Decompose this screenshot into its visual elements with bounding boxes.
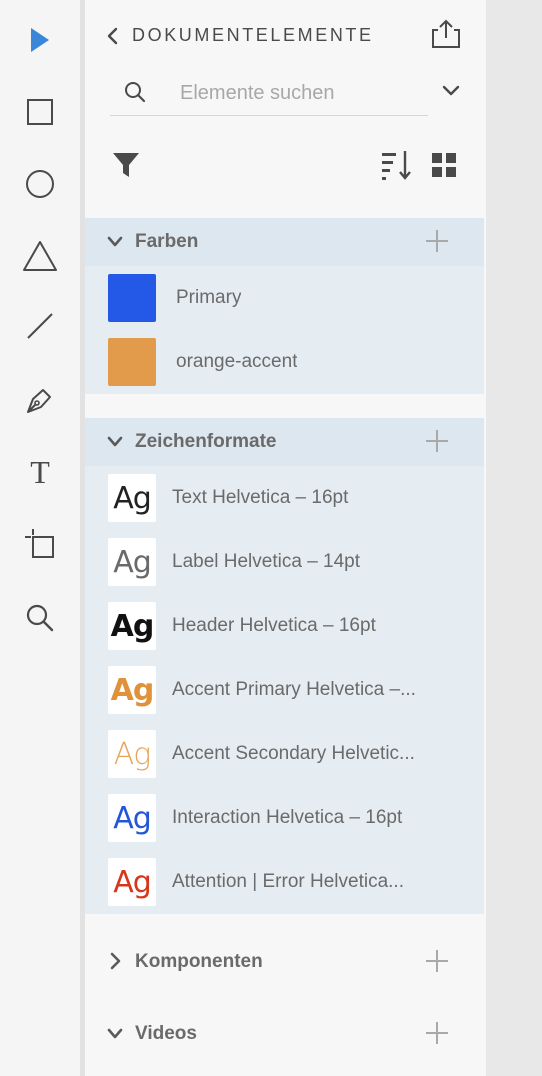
character-style-preview[interactable]: Ag <box>108 602 156 650</box>
add-character-style-button[interactable] <box>425 429 449 453</box>
character-styles-section-title: Zeichenformate <box>135 431 277 452</box>
character-style-preview[interactable]: Ag <box>108 538 156 586</box>
colors-section-title: Farben <box>135 231 199 252</box>
triangle-icon <box>23 241 57 271</box>
videos-section-title[interactable]: Videos <box>135 1023 197 1045</box>
color-label: orange-accent <box>176 351 298 372</box>
color-label: Primary <box>176 287 242 308</box>
artboard-icon <box>25 529 54 558</box>
artboard-tool-button[interactable] <box>16 520 64 568</box>
add-video-button[interactable] <box>425 1021 449 1045</box>
ellipse-icon <box>26 170 54 198</box>
character-style-label: Header Helvetica – 16pt <box>172 615 376 636</box>
character-style-label: Accent Primary Helvetica –... <box>172 679 416 700</box>
filter-icon[interactable] <box>112 151 140 179</box>
pointer-icon <box>31 28 49 52</box>
videos-expand-chevron-icon[interactable] <box>107 1027 123 1041</box>
zoom-tool-button[interactable] <box>16 594 64 642</box>
back-chevron-icon[interactable] <box>106 27 120 45</box>
grid-view-icon[interactable] <box>431 152 457 178</box>
components-expand-chevron-icon[interactable] <box>109 952 123 970</box>
add-component-button[interactable] <box>425 949 449 973</box>
sort-icon[interactable] <box>381 150 413 180</box>
character-styles-expand-chevron-icon[interactable] <box>107 435 123 449</box>
panel-title: DOKUMENTELEMENTE <box>132 25 374 45</box>
character-style-label: Accent Secondary Helvetic... <box>172 743 415 764</box>
document-assets-panel: DOKUMENTELEMENTE Farben Primary <box>85 0 486 1076</box>
colors-expand-chevron-icon[interactable] <box>107 235 123 249</box>
character-style-label: Label Helvetica – 14pt <box>172 551 361 572</box>
character-style-preview[interactable]: Ag <box>108 858 156 906</box>
color-swatch-primary[interactable] <box>108 274 156 322</box>
character-style-preview[interactable]: Ag <box>108 474 156 522</box>
magnifier-icon <box>26 604 54 632</box>
ellipse-tool-button[interactable] <box>16 160 64 208</box>
search-input[interactable] <box>110 72 428 116</box>
rectangle-tool-button[interactable] <box>16 88 64 136</box>
character-style-label: Attention | Error Helvetica... <box>172 871 404 892</box>
pen-tool-button[interactable] <box>16 376 64 424</box>
share-icon[interactable] <box>430 18 462 50</box>
line-tool-button[interactable] <box>16 302 64 350</box>
components-section-title[interactable]: Komponenten <box>135 951 263 973</box>
character-style-label: Interaction Helvetica – 16pt <box>172 807 403 828</box>
character-style-label: Text Helvetica – 16pt <box>172 487 349 508</box>
text-icon: T <box>30 453 50 490</box>
polygon-tool-button[interactable] <box>16 232 64 280</box>
rectangle-icon <box>27 99 53 125</box>
character-style-preview[interactable]: Ag <box>108 794 156 842</box>
select-tool-button[interactable] <box>16 16 64 64</box>
color-swatch-orange-accent[interactable] <box>108 338 156 386</box>
chevron-down-icon[interactable] <box>442 84 460 98</box>
search-icon <box>125 82 146 103</box>
line-icon <box>27 313 53 339</box>
character-style-preview[interactable]: Ag <box>108 666 156 714</box>
add-color-button[interactable] <box>425 229 449 253</box>
tool-bar: T <box>0 0 80 1076</box>
pen-icon <box>27 389 51 413</box>
canvas-area[interactable] <box>486 0 542 1076</box>
text-tool-button[interactable]: T <box>16 448 64 496</box>
character-style-preview[interactable]: Ag <box>108 730 156 778</box>
